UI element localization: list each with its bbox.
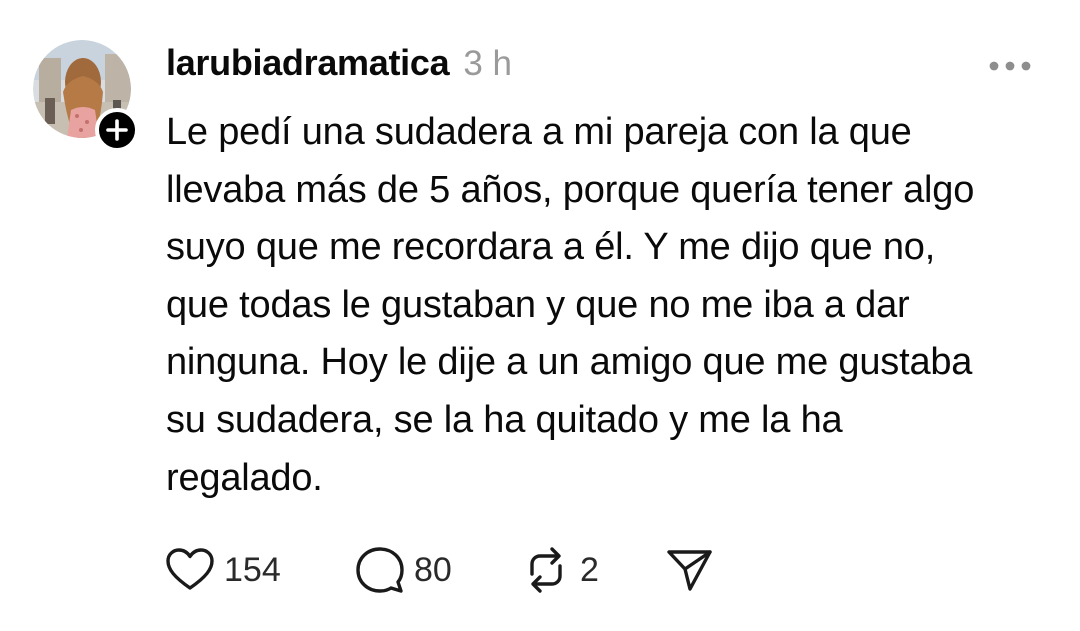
more-dots-icon xyxy=(989,61,1031,71)
comment-button[interactable]: 80 xyxy=(354,540,452,600)
repost-icon xyxy=(530,547,562,593)
post-text-line: su sudadera, se la ha quitado y me la ha xyxy=(166,398,843,441)
avatar-container xyxy=(33,40,139,152)
plus-icon xyxy=(106,119,128,141)
post-card: larubiadramatica 3 h Le pedí una sudader… xyxy=(0,0,1080,631)
post-text-line: regalado. xyxy=(166,456,323,499)
heart-icon xyxy=(166,548,214,590)
post-text: Le pedí una sudadera a mi pareja con la … xyxy=(166,104,1046,507)
like-count: 154 xyxy=(224,550,281,589)
post-text-line: ninguna. Hoy le dije a un amigo que me g… xyxy=(166,341,973,384)
post-text-line: llevaba más de 5 años, porque quería ten… xyxy=(166,168,975,211)
post-header: larubiadramatica 3 h xyxy=(166,42,512,92)
more-options-button[interactable] xyxy=(986,52,1042,80)
post-text-line: que todas le gustaban y que no me iba a … xyxy=(166,283,910,326)
comment-count: 80 xyxy=(414,550,452,589)
action-bar: 154 80 2 xyxy=(164,540,764,600)
like-button[interactable]: 154 xyxy=(164,540,281,600)
send-icon xyxy=(667,550,712,591)
speech-bubble-icon xyxy=(356,547,404,593)
username[interactable]: larubiadramatica xyxy=(166,42,450,84)
timestamp: 3 h xyxy=(463,44,512,83)
follow-button[interactable] xyxy=(95,108,139,152)
repost-count: 2 xyxy=(580,550,599,589)
post-text-line: Le pedí una sudadera a mi pareja con la … xyxy=(166,111,912,153)
share-button[interactable] xyxy=(664,540,716,600)
repost-button[interactable]: 2 xyxy=(520,540,599,600)
post-text-line: suyo que me recordara a él. Y me dijo qu… xyxy=(166,226,936,269)
